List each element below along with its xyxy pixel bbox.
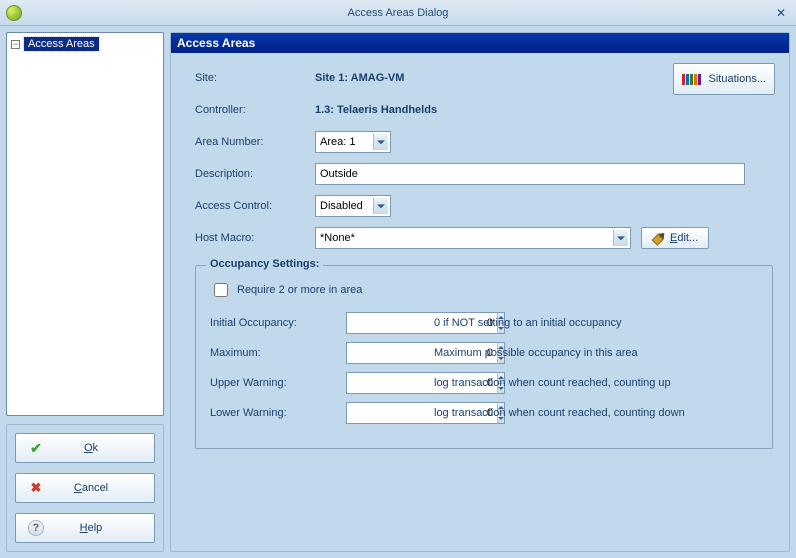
occupancy-row-label: Maximum:	[210, 347, 346, 359]
occupancy-spinner[interactable]	[346, 312, 414, 334]
occupancy-row-label: Initial Occupancy:	[210, 317, 346, 329]
chevron-down-icon	[377, 140, 385, 144]
tree-collapse-icon[interactable]: −	[11, 40, 20, 49]
chevron-down-icon	[377, 204, 385, 208]
cancel-button[interactable]: Cancel	[15, 473, 155, 503]
require-2-checkbox[interactable]	[214, 283, 228, 297]
occupancy-legend: Occupancy Settings:	[206, 258, 323, 270]
occupancy-row-label: Lower Warning:	[210, 407, 346, 419]
tree-panel: − Access Areas	[6, 32, 164, 416]
occupancy-spinner[interactable]	[346, 342, 414, 364]
form-area: Situations... Site: Site 1: AMAG-VM Cont…	[171, 53, 789, 465]
situations-button[interactable]: Situations...	[673, 63, 775, 95]
occupancy-fieldset: Occupancy Settings: Require 2 or more in…	[195, 265, 773, 449]
ok-button[interactable]: Ok	[15, 433, 155, 463]
app-icon	[6, 5, 22, 21]
cancel-button-label: Cancel	[40, 482, 142, 494]
occupancy-spinner[interactable]	[346, 402, 414, 424]
help-button-label: Help	[40, 522, 142, 534]
description-input[interactable]	[315, 163, 745, 185]
access-control-value: Disabled	[320, 200, 363, 212]
occupancy-row: Upper Warning: log transaction when count…	[210, 372, 758, 394]
situations-button-label: Situations...	[709, 73, 766, 85]
area-number-select[interactable]: Area: 1	[315, 131, 391, 153]
edit-button-label: Edit...	[670, 232, 698, 244]
occupancy-row: Initial Occupancy: 0 if NOT setting to an…	[210, 312, 758, 334]
description-label: Description:	[195, 168, 315, 180]
close-icon[interactable]: ✕	[772, 4, 790, 22]
help-button[interactable]: Help	[15, 513, 155, 543]
require-2-label: Require 2 or more in area	[237, 284, 362, 296]
window-title: Access Areas Dialog	[0, 7, 796, 19]
occupancy-row-desc: log transaction when count reached, coun…	[434, 377, 671, 389]
chevron-down-icon	[617, 236, 625, 240]
area-number-label: Area Number:	[195, 136, 315, 148]
ok-button-label: Ok	[40, 442, 142, 454]
controller-label: Controller:	[195, 104, 315, 116]
host-macro-value: *None*	[320, 232, 355, 244]
edit-button[interactable]: Edit...	[641, 227, 709, 249]
occupancy-row-desc: Maximum possible occupancy in this area	[434, 347, 638, 359]
occupancy-row: Maximum: Maximum possible occupancy in th…	[210, 342, 758, 364]
occupancy-spinner[interactable]	[346, 372, 414, 394]
occupancy-row-desc: 0 if NOT setting to an initial occupancy	[434, 317, 622, 329]
occupancy-row: Lower Warning: log transaction when count…	[210, 402, 758, 424]
access-control-label: Access Control:	[195, 200, 315, 212]
pencil-icon	[650, 230, 667, 247]
host-macro-select[interactable]: *None*	[315, 227, 631, 249]
title-bar: Access Areas Dialog ✕	[0, 0, 796, 26]
tree-item-label: Access Areas	[24, 37, 99, 51]
tree-item-access-areas[interactable]: − Access Areas	[11, 37, 159, 51]
area-number-value: Area: 1	[320, 136, 355, 148]
controller-value: 1.3: Telaeris Handhelds	[315, 104, 437, 116]
occupancy-row-label: Upper Warning:	[210, 377, 346, 389]
occupancy-row-desc: log transaction when count reached, coun…	[434, 407, 685, 419]
dialog-buttons: Ok Cancel Help	[6, 424, 164, 552]
access-control-select[interactable]: Disabled	[315, 195, 391, 217]
situations-icon	[682, 74, 701, 85]
site-label: Site:	[195, 72, 315, 84]
section-header: Access Areas	[171, 33, 789, 53]
host-macro-label: Host Macro:	[195, 232, 315, 244]
site-value: Site 1: AMAG-VM	[315, 72, 404, 84]
